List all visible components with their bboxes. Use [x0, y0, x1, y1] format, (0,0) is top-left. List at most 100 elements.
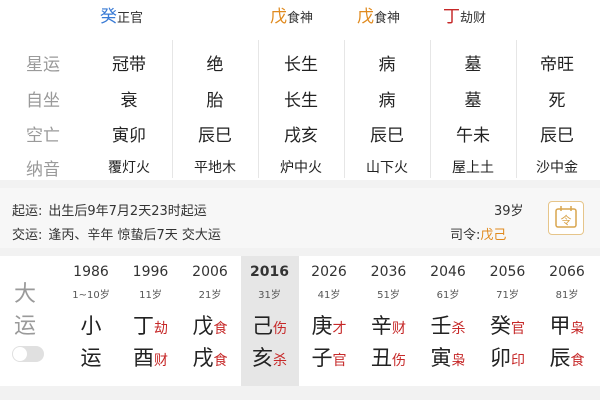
calendar-icon-char: 令	[561, 213, 572, 227]
dayun-branch-char: 辰	[549, 346, 571, 370]
dayun-branch: 寅枭	[419, 342, 477, 372]
dayun-stem: 己伤	[241, 310, 299, 340]
grid-cell: 平地木	[194, 160, 236, 176]
dayun-branch-god: 食	[213, 353, 228, 369]
dayun-stem: 壬杀	[419, 310, 477, 340]
top-stem-0: 癸正官	[100, 4, 143, 30]
top-stems-row: 癸正官 戊食神 戊食神 丁劫财	[0, 0, 600, 36]
dayun-branch: 子官	[300, 342, 358, 372]
dayun-branch-char: 运	[80, 346, 102, 370]
dayun-column-2066[interactable]: 2066 81岁 甲枭 辰食	[538, 256, 596, 386]
dayun-column-2026[interactable]: 2026 41岁 庚才 子官	[300, 256, 358, 386]
dayun-branch-god: 官	[332, 353, 347, 369]
dayun-branch: 戌食	[181, 342, 239, 372]
dayun-column-2016[interactable]: 2016 31岁 己伤 亥杀	[240, 256, 299, 386]
jiaoyun-label: 交运:	[12, 228, 43, 243]
dayun-branch-char: 酉	[133, 346, 154, 370]
dayun-stem-god: 食	[213, 321, 228, 337]
top-stem-char: 戊	[357, 7, 374, 27]
siling-value: 戊己	[480, 228, 507, 243]
dayun-column-2056[interactable]: 2056 71岁 癸官 卯印	[479, 256, 537, 386]
dayun-age: 71岁	[496, 290, 519, 301]
grid-cell: 山下火	[366, 160, 408, 176]
dayun-age: 41岁	[317, 290, 341, 301]
dayun-stem: 辛财	[360, 310, 418, 340]
dayun-branch: 运	[62, 342, 120, 372]
calendar-button[interactable]: 令	[548, 201, 584, 235]
dayun-year: 2046	[430, 264, 466, 280]
dayun-column-2046[interactable]: 2046 61岁壬杀 寅枭	[419, 256, 477, 386]
top-stem-1: 戊食神	[270, 4, 313, 30]
dayun-stem: 丁劫	[122, 310, 180, 340]
dayun-column-2036[interactable]: 2036 51岁辛财丑伤	[360, 256, 418, 386]
row-label-kongwang: 空亡	[26, 126, 60, 146]
dayun-age: 21岁	[198, 290, 222, 301]
grid-cell: 病	[378, 55, 396, 75]
dayun-stem-char: 庚	[311, 314, 333, 338]
dayun-column-2006[interactable]: 2006 21岁 戊食 戌食	[181, 256, 239, 386]
dayun-branch-char: 丑	[371, 346, 392, 370]
row-label-nayin: 纳音	[26, 160, 60, 180]
grid-cell: 长生	[284, 91, 318, 111]
grid-cell: 病	[378, 91, 396, 111]
jiaoyun-value: 逢丙、辛年 惊蛰后7天 交大运	[48, 228, 221, 243]
grid-cell: 绝	[206, 55, 224, 75]
dayun-branch-god: 财	[154, 353, 168, 369]
grid-cell: 辰巳	[370, 126, 404, 146]
dayun-age: 31岁	[258, 290, 281, 301]
section-divider	[0, 248, 600, 256]
bottom-bar	[0, 386, 600, 400]
top-stem-3: 丁劫财	[443, 4, 486, 30]
siling-line: 司令:戊己	[450, 224, 506, 243]
grid-cell: 墓	[464, 55, 482, 75]
siling-label: 司令:	[450, 228, 481, 243]
grid-cell: 覆灯火	[108, 160, 150, 176]
grid-cell: 墓	[464, 91, 482, 111]
dayun-age: 81岁	[555, 290, 579, 301]
dayun-year: 1986	[73, 264, 109, 280]
top-ten-god: 劫财	[460, 11, 487, 26]
grid-cell: 死	[548, 91, 566, 111]
dayun-stem: 癸官	[479, 310, 537, 340]
top-stem-char: 戊	[270, 7, 287, 27]
dayun-stem-god: 伤	[273, 321, 287, 337]
dayun-branch-char: 戌	[192, 346, 214, 370]
grid-cell: 冠带	[112, 55, 146, 75]
dayun-stem: 小	[62, 310, 120, 340]
row-label-xingyun: 星运	[26, 55, 60, 75]
dayun-branch-char: 子	[311, 346, 333, 370]
dayun-age: 11岁	[139, 290, 162, 301]
current-age: 39岁	[494, 204, 524, 219]
dayun-branch-god: 伤	[392, 353, 406, 369]
dayun-branch: 亥杀	[241, 342, 299, 372]
dayun-year: 2036	[370, 264, 407, 280]
dayun-column-1996[interactable]: 1996 11岁 丁劫 酉财	[122, 256, 180, 386]
dayun-age: 51岁	[377, 290, 400, 301]
section-divider	[0, 180, 600, 188]
top-stem-char: 癸	[100, 7, 117, 27]
dayun-branch-god: 食	[570, 353, 585, 369]
dayun-column-1986[interactable]: 1986 1~10岁小运	[62, 256, 120, 386]
dayun-title-2: 运	[14, 314, 37, 339]
dayun-age: 61岁	[436, 290, 460, 301]
dayun-branch: 酉财	[122, 342, 180, 372]
qiyun-label: 起运:	[12, 204, 43, 219]
dayun-stem-god: 才	[332, 321, 347, 337]
dayun-branch-god: 杀	[273, 353, 287, 369]
qiyun-value: 出生后9年7月2天23时起运	[48, 204, 207, 219]
dayun-stem-god: 财	[392, 321, 406, 337]
dayun-title-1: 大	[14, 282, 37, 307]
grid-cell: 戌亥	[284, 126, 318, 146]
calendar-icon: 令	[555, 206, 577, 228]
dayun-stem: 戊食	[181, 310, 239, 340]
dayun-toggle[interactable]	[12, 346, 44, 362]
row-label-zizuo: 自坐	[26, 91, 60, 111]
grid-cell: 炉中火	[280, 160, 322, 176]
dayun-stem: 甲枭	[538, 310, 596, 340]
dayun-stem-char: 戊	[192, 314, 214, 338]
top-ten-god: 食神	[374, 11, 401, 26]
jiaoyun-line: 交运: 逢丙、辛年 惊蛰后7天 交大运	[12, 224, 221, 243]
dayun-year: 2006	[192, 264, 228, 280]
dayun-branch-god: 枭	[451, 353, 466, 369]
top-stem-2: 戊食神	[357, 4, 400, 30]
